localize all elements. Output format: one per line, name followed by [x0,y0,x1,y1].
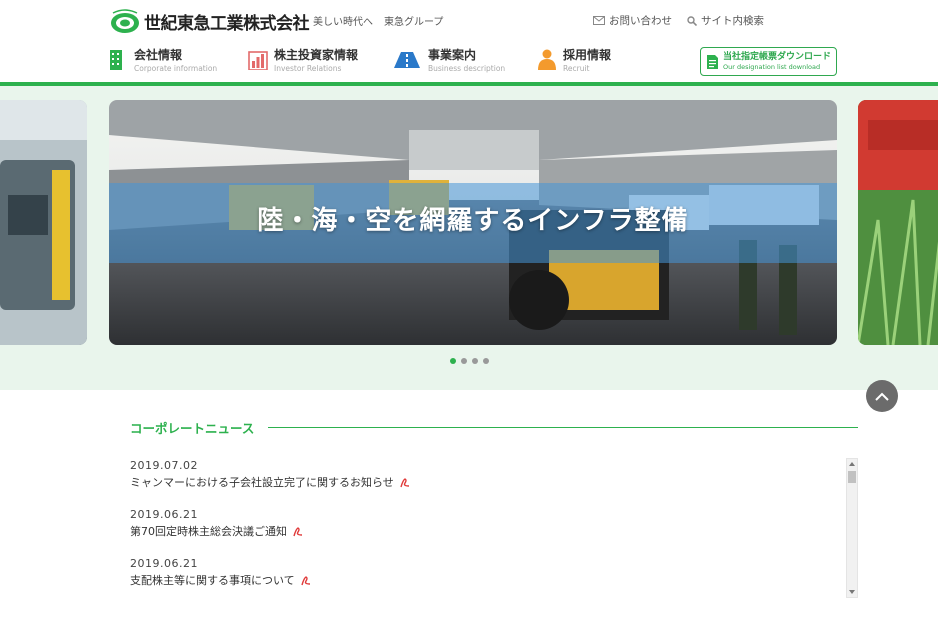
scroll-down-icon[interactable] [849,590,855,594]
logo-text: 世紀東急工業株式会社 [144,13,310,34]
slider-dot-2[interactable] [461,358,467,364]
site-search-link[interactable]: サイト内検索 [687,13,764,28]
slide-next[interactable] [858,100,938,345]
download-label: 当社指定帳票ダウンロード [723,51,832,62]
link-tokyu-group[interactable]: 東急グループ [384,13,443,28]
nav-business-description[interactable]: 事業案内 Business description [392,48,505,75]
scroll-thumb[interactable] [848,471,856,483]
news-link-text: 支配株主等に関する事項について [130,574,295,587]
nav-label: 会社情報 [134,48,183,62]
news-section-header: コーポレートニュース [130,418,858,437]
slider-dot-4[interactable] [483,358,489,364]
slide-prev[interactable] [0,100,87,345]
news-title: コーポレートニュース [130,421,255,436]
surveying-instrument-image [0,100,87,345]
nav-sublabel: Corporate information [134,64,218,73]
nav-sublabel: Business description [428,64,506,73]
news-link[interactable]: 支配株主等に関する事項について [130,573,845,589]
search-label: サイト内検索 [701,15,764,27]
chevron-up-icon [875,392,889,401]
logo-mark-icon [110,8,140,34]
search-icon [687,15,697,26]
nav-sublabel: Investor Relations [274,64,342,73]
news-date: 2019.06.21 [130,557,198,570]
nav-investor-relations[interactable]: 株主投資家情報 Investor Relations [248,48,358,75]
slide-main[interactable]: 陸・海・空を網羅するインフラ整備 [109,100,837,345]
pdf-icon [293,527,303,537]
news-scrollbar[interactable] [846,458,858,598]
site-logo[interactable]: 世紀東急工業株式会社 [110,8,310,34]
nav-label: 株主投資家情報 [274,48,359,62]
link-beautiful-era[interactable]: 美しい時代へ [313,13,373,28]
news-list: 2019.07.02 ミャンマーにおける子会社設立完了に関するお知らせ 2019… [130,458,845,598]
document-icon [707,54,718,69]
slider-dot-1[interactable] [450,358,456,364]
page-top-button[interactable] [866,380,898,412]
news-title-rule [268,427,858,428]
news-item: 2019.06.21 支配株主等に関する事項について [130,556,845,598]
news-date: 2019.07.02 [130,459,198,472]
nav-label: 採用情報 [563,48,612,62]
building-icon [110,50,122,70]
road-icon [394,52,420,68]
news-link-text: 第70回定時株主総会決議ご通知 [130,525,287,538]
contact-label: お問い合わせ [609,15,672,27]
news-item: 2019.06.21 第70回定時株主総会決議ご通知 [130,507,845,556]
scroll-up-icon[interactable] [849,462,855,466]
person-icon [538,49,556,70]
download-forms-button[interactable]: 当社指定帳票ダウンロード Our designation list downloa… [700,47,837,76]
nav-label: 事業案内 [428,48,477,62]
nav-recruit[interactable]: 採用情報 Recruit [537,48,611,75]
pdf-icon [300,576,310,586]
news-date: 2019.06.21 [130,508,198,521]
slider-pagination [450,358,494,364]
nav-sublabel: Recruit [563,64,590,73]
site-header: 世紀東急工業株式会社 美しい時代へ 東急グループ お問い合わせ サイト内検索 会… [0,0,938,86]
news-item: 2019.07.02 ミャンマーにおける子会社設立完了に関するお知らせ [130,458,845,507]
news-link[interactable]: 第70回定時株主総会決議ご通知 [130,524,845,540]
slide-caption: 陸・海・空を網羅するインフラ整備 [257,206,689,236]
news-link[interactable]: ミャンマーにおける子会社設立完了に関するお知らせ [130,475,845,491]
mail-icon [593,16,605,25]
news-link-text: ミャンマーにおける子会社設立完了に関するお知らせ [130,476,394,489]
nav-corporate-info[interactable]: 会社情報 Corporate information [108,48,217,75]
bar-chart-icon [248,51,268,70]
download-sublabel: Our designation list download [723,62,821,71]
contact-link[interactable]: お問い合わせ [593,13,672,28]
slider-dot-3[interactable] [472,358,478,364]
pdf-icon [400,478,409,488]
grass-and-truck-image [858,100,938,345]
